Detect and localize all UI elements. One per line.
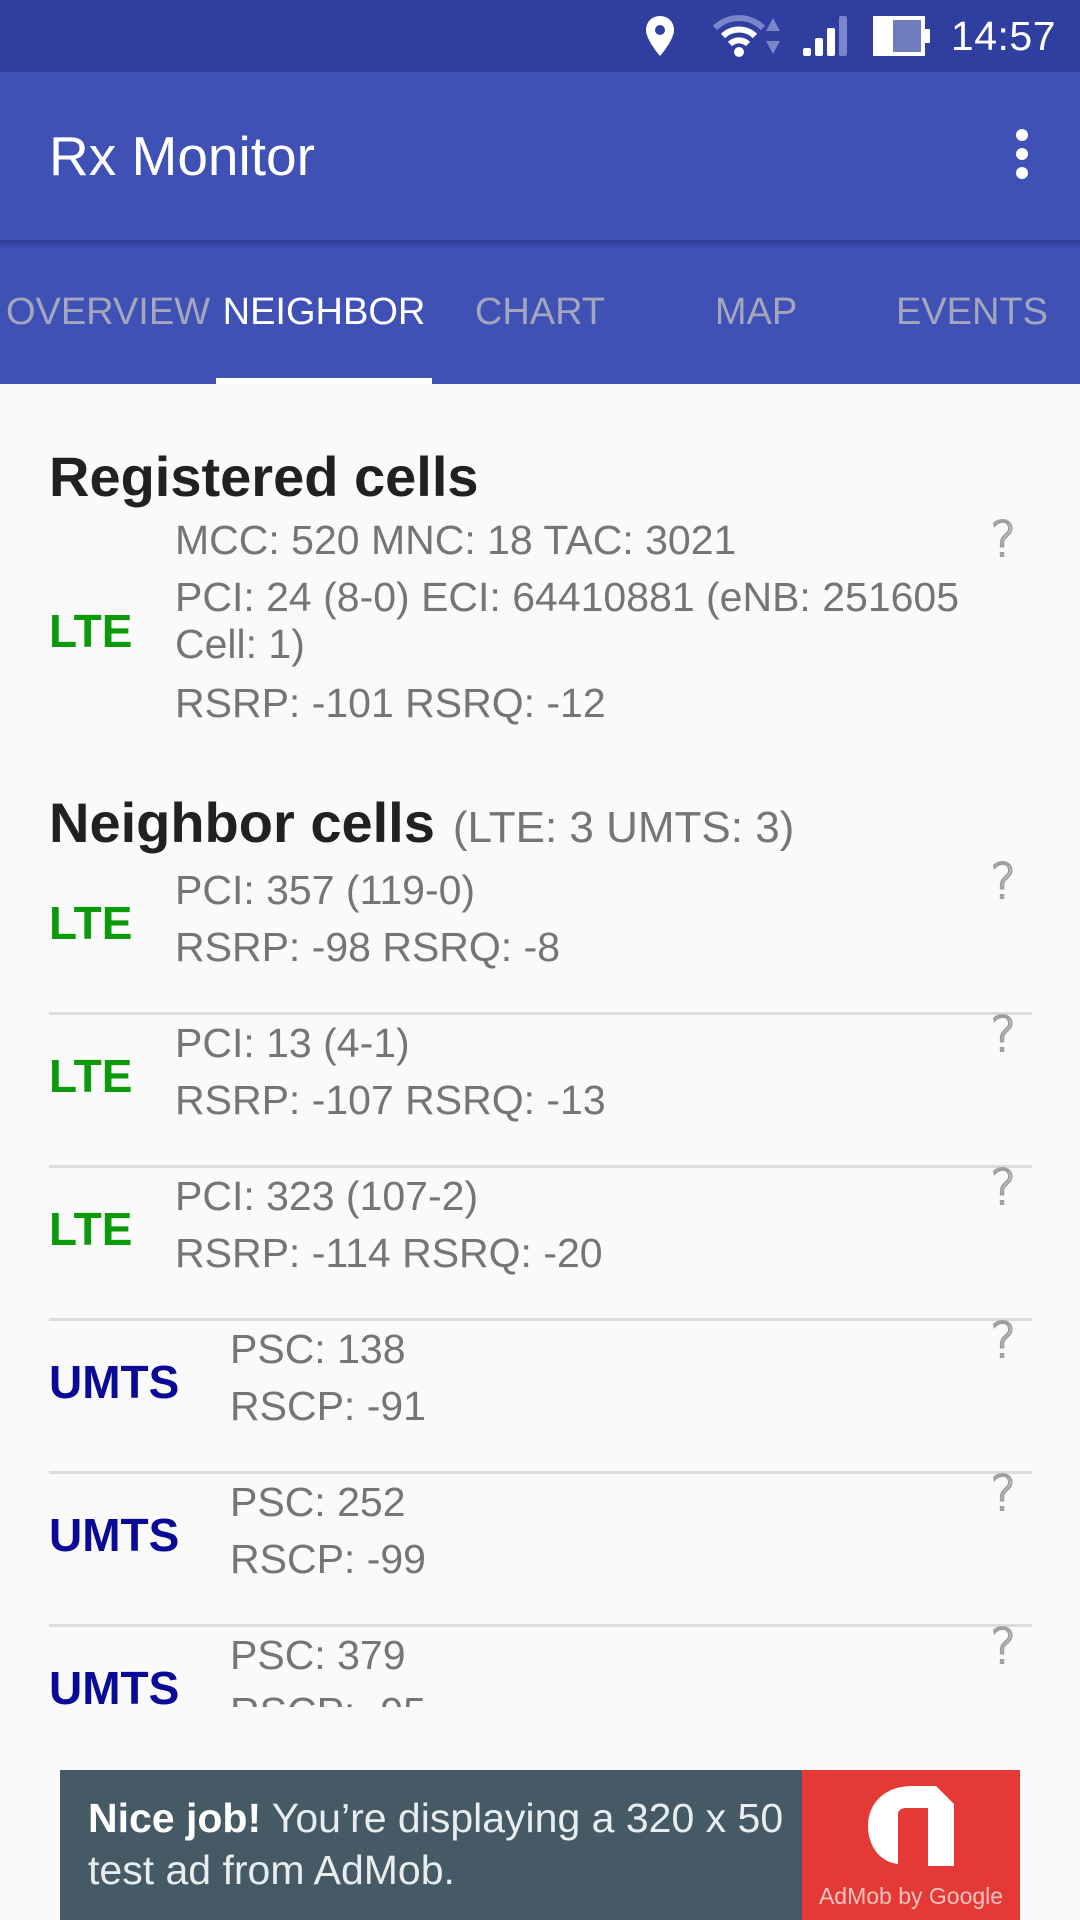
- cell-signal-icon: [802, 14, 849, 58]
- more-vert-icon: [1016, 129, 1028, 141]
- cell-info-line: PSC: 138: [230, 1326, 406, 1372]
- neighbor-cells-title: Neighbor cells (LTE: 3 UMTS: 3): [49, 790, 794, 855]
- wifi-icon: [712, 14, 765, 58]
- more-vert-icon-dot: [1016, 167, 1028, 179]
- cell-info-line: RSCP: -99: [230, 1536, 426, 1582]
- help-icon[interactable]: ?: [989, 1465, 1017, 1523]
- tab-chart[interactable]: CHART: [432, 240, 648, 384]
- cell-info-line: RSRP: -98 RSRQ: -8: [175, 924, 561, 970]
- cell-info-line: RSCP: -95: [230, 1684, 426, 1707]
- cell-info-line: MCC: 520 MNC: 18 TAC: 3021: [175, 517, 737, 563]
- cell-info-line: PCI: 13 (4-1): [175, 1020, 410, 1066]
- app-bar: Rx Monitor: [0, 72, 1080, 240]
- cell-info-line: RSRP: -107 RSRQ: -13: [175, 1077, 606, 1123]
- help-icon[interactable]: ?: [989, 511, 1017, 569]
- cell-info-line: RSCP: -91: [230, 1383, 426, 1429]
- admob-logo-icon: [868, 1786, 954, 1866]
- tab-neighbor[interactable]: NEIGHBOR: [216, 240, 432, 384]
- more-options-button[interactable]: [986, 118, 1058, 190]
- cell-tech-label: UMTS: [49, 1662, 180, 1714]
- neighbor-cell-item[interactable]: UMTS PSC: 252 RSCP: -99 ?: [49, 1465, 1032, 1627]
- cell-tech-label: UMTS: [49, 1509, 180, 1561]
- cell-info-line: RSRP: -101 RSRQ: -12: [175, 680, 606, 726]
- cell-tech-label: UMTS: [49, 1356, 180, 1408]
- cell-info-line: PSC: 252: [230, 1479, 406, 1525]
- cell-info: PCI: 357 (119-0) RSRP: -98 RSRQ: -8: [175, 862, 560, 976]
- ad-banner[interactable]: Nice job! You’re displaying a 320 x 50 t…: [60, 1770, 1020, 1920]
- help-icon[interactable]: ?: [989, 1159, 1017, 1217]
- ad-text: Nice job! You’re displaying a 320 x 50 t…: [88, 1792, 848, 1896]
- tab-bar: OVERVIEW NEIGHBOR CHART MAP EVENTS: [0, 240, 1080, 384]
- help-icon[interactable]: ?: [989, 1312, 1017, 1370]
- cell-info: PCI: 323 (107-2) RSRP: -114 RSRQ: -20: [175, 1168, 603, 1282]
- help-icon[interactable]: ?: [989, 853, 1017, 911]
- tab-map[interactable]: MAP: [648, 240, 864, 384]
- ad-text-bold: Nice job!: [88, 1795, 262, 1841]
- neighbor-cell-item[interactable]: LTE PCI: 13 (4-1) RSRP: -107 RSRQ: -13 ?: [49, 1006, 1032, 1168]
- cell-info-line: RSRP: -114 RSRQ: -20: [175, 1230, 603, 1276]
- status-bar: 14:57: [0, 0, 1080, 72]
- cell-tech-label: LTE: [49, 1050, 133, 1102]
- cell-info-line: PCI: 357 (119-0): [175, 867, 476, 913]
- neighbor-cell-item[interactable]: LTE PCI: 323 (107-2) RSRP: -114 RSRQ: -2…: [49, 1159, 1032, 1321]
- cell-tech-label: LTE: [49, 605, 133, 657]
- help-icon[interactable]: ?: [989, 1618, 1017, 1676]
- battery-icon: [872, 16, 931, 56]
- admob-logo: AdMob by Google: [802, 1770, 1020, 1920]
- cell-tech-label: LTE: [49, 897, 133, 949]
- app-title: Rx Monitor: [49, 125, 315, 187]
- cell-info: PSC: 379 RSCP: -95: [230, 1627, 426, 1707]
- cell-tech-label: LTE: [49, 1203, 133, 1255]
- tab-overview[interactable]: OVERVIEW: [0, 240, 216, 384]
- cell-info: PCI: 13 (4-1) RSRP: -107 RSRQ: -13: [175, 1015, 606, 1129]
- location-icon: [645, 16, 675, 56]
- status-time: 14:57: [950, 12, 1056, 59]
- neighbor-cells-summary: (LTE: 3 UMTS: 3): [452, 803, 795, 852]
- registered-cell-item[interactable]: LTE MCC: 520 MNC: 18 TAC: 3021 PCI: 24 (…: [49, 511, 1032, 742]
- cell-info-line: PSC: 379: [230, 1632, 406, 1678]
- registered-cells-title: Registered cells: [49, 445, 479, 508]
- neighbor-cell-item[interactable]: UMTS PSC: 379 RSCP: -95 ?: [49, 1618, 1032, 1766]
- data-activity-icon: [765, 14, 781, 58]
- help-icon[interactable]: ?: [989, 1006, 1017, 1064]
- neighbor-cells-title-text: Neighbor cells: [49, 791, 435, 854]
- admob-logo-label: AdMob by Google: [818, 1883, 1004, 1909]
- cell-info: PSC: 252 RSCP: -99: [230, 1474, 426, 1588]
- neighbor-content[interactable]: Registered cells LTE MCC: 520 MNC: 18 TA…: [0, 384, 1080, 1766]
- more-vert-icon-dot: [1016, 148, 1028, 160]
- tab-events[interactable]: EVENTS: [864, 240, 1080, 384]
- cell-info: MCC: 520 MNC: 18 TAC: 3021 PCI: 24 (8-0)…: [175, 512, 959, 732]
- neighbor-cell-item[interactable]: LTE PCI: 357 (119-0) RSRP: -98 RSRQ: -8 …: [49, 853, 1032, 1015]
- cell-info: PSC: 138 RSCP: -91: [230, 1321, 426, 1435]
- neighbor-cell-item[interactable]: UMTS PSC: 138 RSCP: -91 ?: [49, 1312, 1032, 1474]
- cell-info-line: PCI: 323 (107-2): [175, 1173, 479, 1219]
